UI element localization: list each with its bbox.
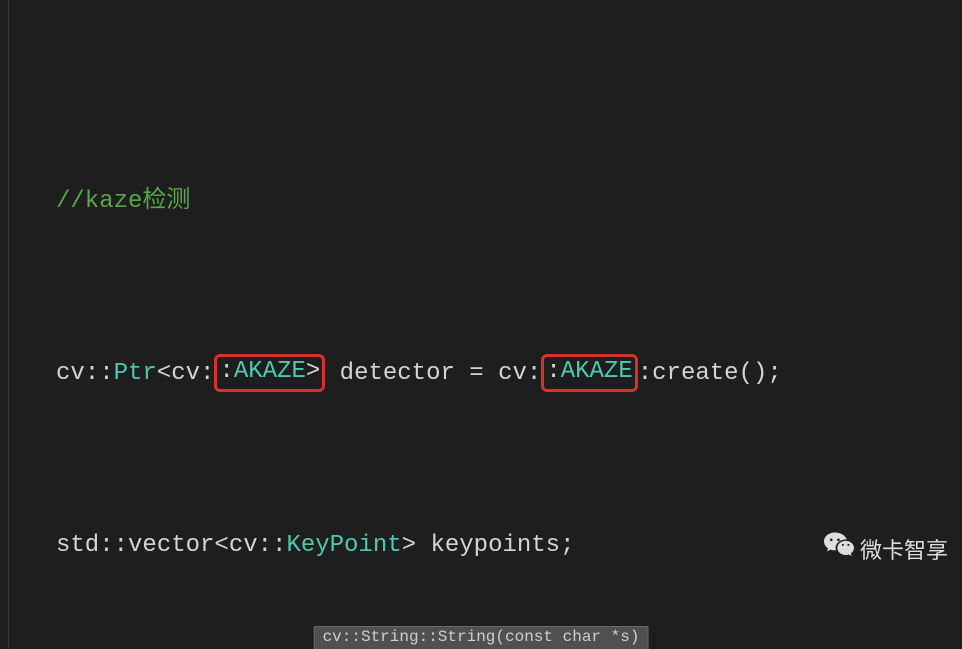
watermark: 微卡智享 [787, 486, 948, 615]
code-text: > keypoints; [402, 532, 575, 559]
code-line: //kaze检测 [0, 180, 962, 223]
code-text: cv:: [56, 360, 114, 387]
code-text: : [546, 358, 560, 385]
code-text: detector = cv: [325, 360, 541, 387]
type-name: Ptr [114, 360, 157, 387]
code-editor: //kaze检测 cv::Ptr<cv::AKAZE> detector = c… [0, 0, 962, 649]
type-name: AKAZE [234, 358, 306, 385]
type-name: AKAZE [561, 358, 633, 385]
intellisense-tooltip: cv::String::String(const char *s) [314, 626, 649, 649]
code-text: > [306, 358, 320, 385]
comment: //kaze检测 [56, 188, 190, 215]
type-name: KeyPoint [286, 532, 401, 559]
code-text: <cv: [157, 360, 215, 387]
code-text: :create(); [638, 360, 782, 387]
code-line: cv::Ptr<cv::AKAZE> detector = cv::AKAZE:… [0, 352, 962, 395]
highlight-box: :AKAZE [541, 354, 637, 392]
code-text: std::vector<cv:: [56, 532, 286, 559]
wechat-icon [787, 486, 854, 615]
highlight-box: :AKAZE> [214, 354, 325, 392]
code-text: : [219, 358, 233, 385]
watermark-text: 微卡智享 [860, 529, 948, 572]
